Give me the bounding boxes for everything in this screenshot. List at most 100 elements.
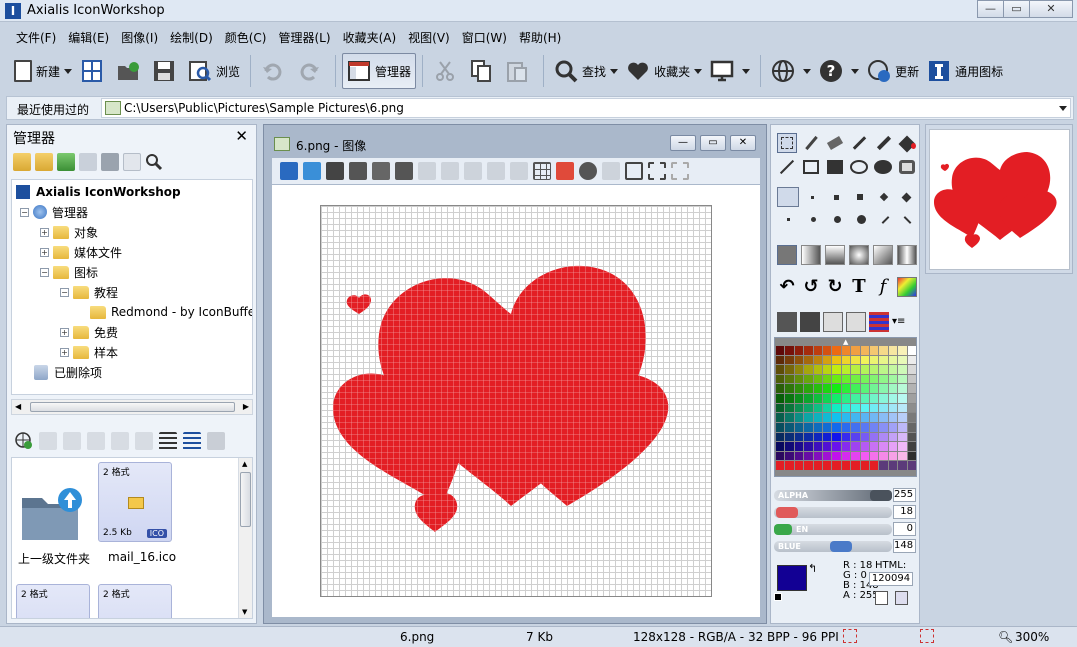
parent-folder-tile[interactable]: [20, 486, 84, 542]
scroll-right-icon[interactable]: ▶: [243, 402, 249, 411]
filled-rectangle-icon[interactable]: [825, 157, 845, 177]
tree-item-objects[interactable]: + 对象: [40, 222, 98, 242]
palette-swatch[interactable]: [898, 442, 907, 451]
palette-swatch[interactable]: [860, 346, 869, 355]
tree-item-free[interactable]: + 免费: [60, 322, 118, 342]
ellipse-icon[interactable]: [849, 157, 869, 177]
status-zoom[interactable]: 300%: [1015, 630, 1049, 644]
palette-swatch[interactable]: [822, 394, 832, 403]
palette-swatch[interactable]: [822, 346, 832, 355]
palette-swatch[interactable]: [832, 374, 841, 384]
chevron-down-icon[interactable]: [64, 68, 73, 74]
palette-swatch[interactable]: [888, 394, 898, 403]
close-button[interactable]: ✕: [730, 135, 756, 151]
palette-swatch[interactable]: [832, 461, 841, 470]
save-button[interactable]: [148, 53, 184, 89]
select-all-icon[interactable]: [648, 162, 666, 180]
new-button[interactable]: 新建: [10, 53, 76, 89]
palette-swatch[interactable]: [869, 355, 879, 365]
palette-swatch[interactable]: [898, 432, 907, 442]
list-view-icon[interactable]: [159, 432, 177, 450]
tree-root[interactable]: Axialis IconWorkshop: [16, 182, 181, 202]
filled-ellipse-icon[interactable]: [873, 157, 893, 177]
green-value[interactable]: 0: [893, 522, 916, 536]
palette-swatch[interactable]: [907, 346, 916, 355]
palette-swatch[interactable]: [794, 432, 804, 442]
palette-swatch[interactable]: [879, 451, 888, 461]
fit-icon[interactable]: [625, 162, 643, 180]
color-adjust-icon[interactable]: [897, 277, 917, 297]
palette-swatch[interactable]: [841, 384, 851, 394]
palette-swatch[interactable]: [851, 394, 860, 403]
copy-button[interactable]: [465, 53, 501, 89]
palette-swatches[interactable]: [776, 346, 916, 470]
expand-icon[interactable]: +: [40, 247, 49, 257]
new-folder-icon[interactable]: [35, 153, 53, 171]
open-palette-icon[interactable]: [777, 312, 797, 332]
chevron-down-icon[interactable]: [851, 68, 860, 74]
palette-swatch[interactable]: [879, 384, 888, 394]
palette-swatch[interactable]: [841, 413, 851, 422]
undo-button[interactable]: [257, 53, 293, 89]
palette-swatch[interactable]: [822, 365, 832, 374]
palette-swatch[interactable]: [841, 355, 851, 365]
palette-swatch[interactable]: [776, 365, 785, 374]
find-button[interactable]: 查找: [550, 53, 622, 89]
swap-colors-icon[interactable]: ↰: [808, 562, 817, 575]
palette-swatch[interactable]: [785, 346, 794, 355]
background-color-icon[interactable]: [556, 162, 574, 180]
browse-button[interactable]: 浏览: [184, 53, 244, 89]
delete-icon[interactable]: [207, 432, 225, 450]
palette-swatch[interactable]: [776, 461, 785, 470]
palette-swatch[interactable]: [869, 384, 879, 394]
palette-swatch[interactable]: [888, 422, 898, 432]
fill-bucket-icon[interactable]: [897, 133, 917, 153]
menu-draw[interactable]: 绘制(D): [164, 28, 219, 48]
tree-item-media[interactable]: + 媒体文件: [40, 242, 122, 262]
palette-swatch[interactable]: [785, 355, 794, 365]
remove-color-icon[interactable]: [846, 312, 866, 332]
palette-swatch[interactable]: [794, 394, 804, 403]
palette-swatch[interactable]: [832, 432, 841, 442]
palette-swatch[interactable]: [804, 461, 813, 470]
palette-swatch[interactable]: [907, 374, 916, 384]
palette-swatch[interactable]: [832, 422, 841, 432]
web-button[interactable]: [767, 53, 815, 89]
eyedropper-icon[interactable]: [801, 133, 821, 153]
palette-swatch[interactable]: [813, 403, 822, 413]
palette-swatch[interactable]: [832, 413, 841, 422]
palette-swatch[interactable]: [804, 403, 813, 413]
palette-swatch[interactable]: [776, 374, 785, 384]
palette-swatch[interactable]: [785, 374, 794, 384]
convert-format-icon[interactable]: [395, 162, 413, 180]
brush-size-2[interactable]: [811, 196, 814, 199]
palette-swatch[interactable]: [869, 451, 879, 461]
palette-swatch[interactable]: [898, 374, 907, 384]
reset-colors-icon[interactable]: [774, 593, 782, 601]
menu-edit[interactable]: 编辑(E): [62, 28, 115, 48]
maximize-button[interactable]: ▭: [1003, 0, 1030, 18]
scissors-icon[interactable]: [418, 162, 436, 180]
sort-icon[interactable]: [183, 432, 201, 450]
menu-view[interactable]: 视图(V): [402, 28, 456, 48]
palette-swatch[interactable]: [794, 374, 804, 384]
palette-swatch[interactable]: [860, 365, 869, 374]
palette-swatch[interactable]: [869, 432, 879, 442]
file-tile[interactable]: 2 格式: [98, 584, 172, 618]
palette-swatch[interactable]: [888, 413, 898, 422]
palette-swatch[interactable]: [860, 451, 869, 461]
palette-swatch[interactable]: [879, 422, 888, 432]
rename-icon[interactable]: [79, 153, 97, 171]
blue-slider[interactable]: BLUE: [774, 541, 892, 552]
alpha-slider[interactable]: ALPHA: [774, 490, 892, 501]
collapse-icon[interactable]: −: [20, 207, 29, 217]
cut-button[interactable]: [429, 53, 465, 89]
palette-list-icon[interactable]: [869, 312, 889, 332]
brush-size-3[interactable]: [834, 195, 839, 200]
minimize-button[interactable]: —: [977, 0, 1004, 18]
scroll-up-icon[interactable]: ▲: [242, 460, 247, 468]
paste-icon[interactable]: [63, 432, 81, 450]
pixel-grid[interactable]: [320, 205, 712, 597]
palette-swatch[interactable]: [888, 442, 898, 451]
palette-swatch[interactable]: [860, 432, 869, 442]
